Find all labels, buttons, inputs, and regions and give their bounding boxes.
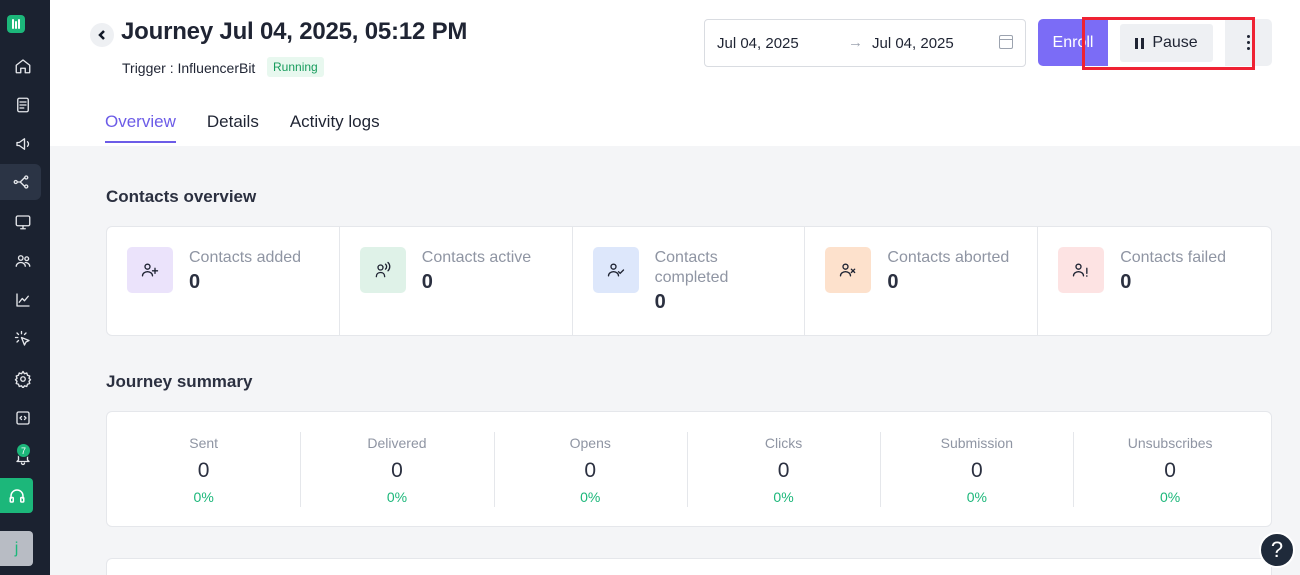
journey-icon[interactable]	[0, 164, 41, 200]
journey-header: Journey Jul 04, 2025, 05:12 PM Trigger :…	[50, 0, 1300, 146]
code-icon[interactable]	[5, 400, 41, 436]
page-title: Journey Jul 04, 2025, 05:12 PM	[121, 18, 468, 45]
summary-value: 0	[391, 459, 403, 482]
summary-opens: Opens 0 0%	[493, 412, 687, 526]
summary-value: 0	[197, 459, 210, 482]
summary-submission: Submission 0 0%	[880, 412, 1073, 526]
summary-value: 0	[1164, 459, 1176, 482]
arrow-right-icon: →	[848, 34, 863, 51]
date-range-picker[interactable]: Jul 04, 2025 → Jul 04, 2025	[704, 19, 1026, 67]
cursor-click-icon[interactable]	[5, 321, 41, 357]
contacts-completed-value: 0	[654, 291, 666, 313]
contacts-aborted-value: 0	[887, 271, 899, 293]
date-from[interactable]: Jul 04, 2025	[717, 35, 799, 52]
monitor-icon[interactable]	[5, 204, 41, 240]
tab-bar: Overview Details Activity logs	[105, 112, 411, 143]
contacts-icon[interactable]	[5, 243, 41, 279]
summary-label: Opens	[569, 435, 611, 451]
analytics-icon[interactable]	[5, 282, 41, 318]
summary-value: 0	[584, 459, 597, 482]
summary-label: Unsubscribes	[1127, 435, 1213, 451]
contacts-overview-title: Contacts overview	[106, 187, 257, 206]
calendar-icon[interactable]	[999, 35, 1013, 49]
trigger-label: Trigger : InfluencerBit	[122, 60, 256, 76]
document-icon[interactable]	[5, 87, 41, 123]
contacts-active-value: 0	[421, 271, 433, 293]
summary-percent: 0%	[773, 489, 794, 505]
journey-summary-title: Journey summary	[106, 372, 253, 391]
summary-clicks: Clicks 0 0%	[686, 412, 880, 526]
contacts-added-label: Contacts added	[189, 249, 302, 266]
user-signal-icon	[359, 247, 406, 293]
contacts-aborted-label: Contacts aborted	[887, 249, 1010, 266]
megaphone-icon[interactable]	[5, 126, 41, 162]
contacts-completed: Contacts completed 0	[573, 227, 806, 335]
more-options-button[interactable]	[1225, 19, 1272, 66]
summary-label: Clicks	[764, 435, 803, 451]
tab-details[interactable]: Details	[207, 112, 259, 143]
user-plus-icon	[127, 247, 173, 293]
home-icon[interactable]	[5, 48, 41, 84]
journey-summary-card: Sent 0 0% Delivered 0 0% Opens 0 0% Clic…	[106, 411, 1272, 527]
more-vertical-icon	[1247, 35, 1250, 50]
contacts-active: Contacts active 0	[340, 227, 573, 335]
summary-delivered: Delivered 0 0%	[300, 412, 493, 526]
contacts-failed-value: 0	[1120, 271, 1132, 293]
user-x-icon	[825, 247, 872, 293]
contacts-completed-label: Contacts completed	[654, 249, 729, 286]
contacts-added-value: 0	[189, 271, 201, 293]
summary-percent: 0%	[966, 489, 987, 505]
summary-percent: 0%	[580, 489, 601, 505]
pause-icon	[1135, 37, 1145, 49]
contacts-failed-label: Contacts failed	[1120, 249, 1227, 266]
summary-value: 0	[777, 459, 790, 482]
user-alert-icon	[1058, 247, 1105, 293]
enroll-button[interactable]: Enroll	[1038, 19, 1108, 66]
contacts-aborted: Contacts aborted 0	[805, 227, 1039, 335]
summary-label: Sent	[189, 435, 219, 451]
summary-sent: Sent 0 0%	[107, 412, 300, 526]
sidebar: 7 j	[0, 0, 50, 575]
date-to[interactable]: Jul 04, 2025	[872, 35, 954, 52]
next-section-card	[106, 558, 1272, 575]
tab-overview[interactable]: Overview	[105, 112, 176, 143]
user-avatar[interactable]: j	[0, 531, 33, 566]
summary-value: 0	[970, 459, 983, 482]
summary-percent: 0%	[193, 489, 214, 505]
pause-label: Pause	[1152, 34, 1198, 51]
contacts-added: Contacts added 0	[107, 227, 340, 335]
tab-activity-logs[interactable]: Activity logs	[290, 112, 380, 143]
contacts-failed: Contacts failed 0	[1038, 227, 1271, 335]
support-headset-icon[interactable]	[0, 478, 33, 513]
summary-percent: 0%	[1160, 489, 1181, 505]
notification-badge: 7	[16, 443, 31, 458]
chevron-left-icon	[98, 30, 105, 40]
back-button[interactable]	[90, 23, 114, 47]
summary-label: Submission	[940, 435, 1014, 451]
summary-percent: 0%	[386, 489, 408, 505]
user-check-icon	[592, 247, 639, 293]
brand-logo[interactable]	[7, 15, 25, 33]
summary-label: Delivered	[367, 435, 427, 451]
summary-unsubscribes: Unsubscribes 0 0%	[1073, 412, 1266, 526]
contacts-overview-card: Contacts added 0 Contacts active 0 Conta…	[106, 226, 1272, 336]
contacts-active-label: Contacts active	[421, 249, 532, 266]
help-button[interactable]: ?	[1259, 532, 1295, 568]
status-badge: Running	[267, 57, 324, 77]
pause-button[interactable]: Pause	[1120, 24, 1213, 62]
settings-icon[interactable]	[5, 361, 41, 397]
